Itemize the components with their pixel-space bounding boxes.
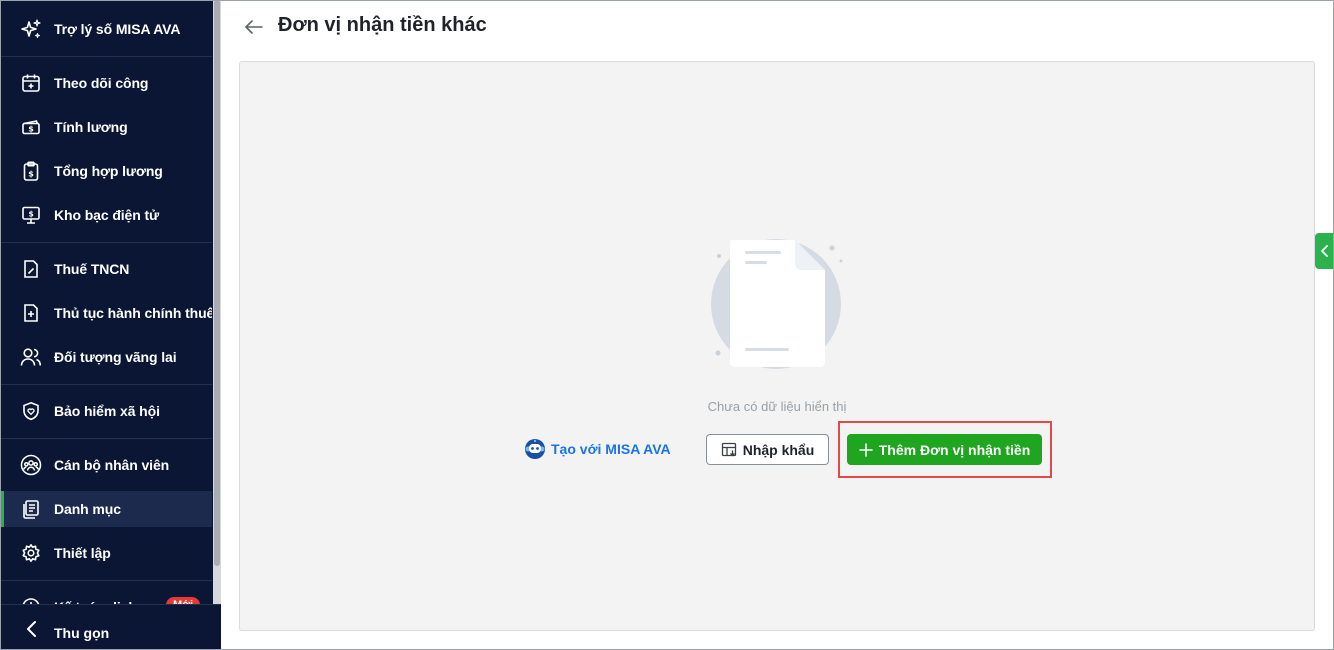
add-payee-button[interactable]: Thêm Đơn vị nhận tiền [847, 434, 1042, 465]
chevron-left-icon [1320, 245, 1328, 257]
sidebar-item-label: Tính lương [54, 119, 128, 135]
plus-icon [858, 442, 873, 457]
back-arrow-icon[interactable] [243, 16, 265, 38]
svg-text:$: $ [28, 170, 34, 179]
sidebar-item-thu-tuc-hanh-chinh-thue[interactable]: Thủ tục hành chính thuế [0, 295, 212, 331]
sidebar-item-label: Danh mục [54, 501, 121, 517]
sidebar-divider [0, 242, 212, 243]
users-icon [20, 346, 42, 368]
sidebar-scroll-area: Trợ lý số MISA AVA Theo dõi công $ Tính … [0, 0, 212, 650]
sidebar-item-thiet-lap[interactable]: Thiết lập [0, 535, 212, 571]
robot-icon [524, 438, 546, 460]
create-with-misa-ava-link[interactable]: Tạo với MISA AVA [524, 438, 671, 460]
sidebar-divider [0, 580, 212, 581]
sidebar-item-label: Thiết lập [54, 545, 111, 561]
sidebar-item-bao-hiem-xa-hoi[interactable]: Bảo hiểm xã hội [0, 393, 212, 429]
calendar-plus-icon [20, 72, 42, 94]
svg-text:$: $ [28, 210, 33, 219]
sparkle-icon [20, 18, 42, 40]
sidebar-item-misa-ava[interactable]: Trợ lý số MISA AVA [0, 11, 212, 47]
sidebar-item-label: Theo dõi công [54, 75, 149, 91]
tax-document-icon [20, 258, 42, 280]
sidebar-item-tinh-luong[interactable]: $ Tính lương [0, 109, 212, 145]
sidebar-item-theo-doi-cong[interactable]: Theo dõi công [0, 65, 212, 101]
sidebar-item-label: Trợ lý số MISA AVA [54, 21, 181, 37]
empty-document-icon [705, 232, 850, 372]
sidebar-scrollbar-thumb[interactable] [214, 0, 220, 566]
shield-heart-icon [20, 400, 42, 422]
sidebar-item-can-bo-nhan-vien[interactable]: Cán bộ nhân viên [0, 447, 212, 483]
clipboard-dollar-icon: $ [20, 160, 42, 182]
list-document-icon [20, 498, 42, 520]
sidebar-item-tong-hop-luong[interactable]: $ Tổng hợp lương [0, 153, 212, 189]
sidebar-item-label: Thủ tục hành chính thuế [54, 305, 212, 321]
sidebar-item-danh-muc[interactable]: Danh mục [0, 491, 212, 527]
chevron-left-icon [22, 619, 42, 639]
money-icon: $ [20, 116, 42, 138]
document-plus-icon [20, 302, 42, 324]
sidebar-item-label: Kho bạc điện tử [54, 207, 160, 223]
import-table-icon [721, 442, 737, 458]
import-button[interactable]: Nhập khẩu [706, 434, 829, 465]
sidebar: Trợ lý số MISA AVA Theo dõi công $ Tính … [0, 0, 221, 650]
svg-text:$: $ [28, 125, 34, 134]
import-button-label: Nhập khẩu [742, 441, 815, 458]
sidebar-item-label: Đối tượng vãng lai [54, 349, 177, 365]
sidebar-item-label: Tổng hợp lương [54, 163, 163, 179]
collapse-label: Thu gọn [54, 625, 110, 641]
collapse-sidebar-button[interactable]: Thu gọn [0, 604, 221, 650]
sidebar-divider [0, 384, 212, 385]
sidebar-divider [0, 56, 212, 57]
monitor-dollar-icon: $ [20, 204, 42, 226]
empty-state-message: Chưa có dữ liệu hiển thị [707, 399, 847, 414]
gear-icon [20, 542, 42, 564]
page-title: Đơn vị nhận tiền khác [278, 14, 487, 36]
sidebar-item-label: Cán bộ nhân viên [54, 457, 170, 473]
right-panel-toggle[interactable] [1315, 233, 1334, 269]
sidebar-item-kho-bac-dien-tu[interactable]: $ Kho bạc điện tử [0, 197, 212, 233]
sidebar-divider [0, 438, 212, 439]
add-button-label: Thêm Đơn vị nhận tiền [878, 441, 1031, 458]
sidebar-item-label: Thuế TNCN [54, 261, 130, 277]
sidebar-item-thue-tncn[interactable]: Thuế TNCN [0, 251, 212, 287]
sidebar-item-label: Bảo hiểm xã hội [54, 403, 160, 419]
sidebar-item-doi-tuong-vang-lai[interactable]: Đối tượng vãng lai [0, 339, 212, 375]
staff-icon [20, 454, 42, 476]
ava-link-label: Tạo với MISA AVA [551, 441, 671, 457]
